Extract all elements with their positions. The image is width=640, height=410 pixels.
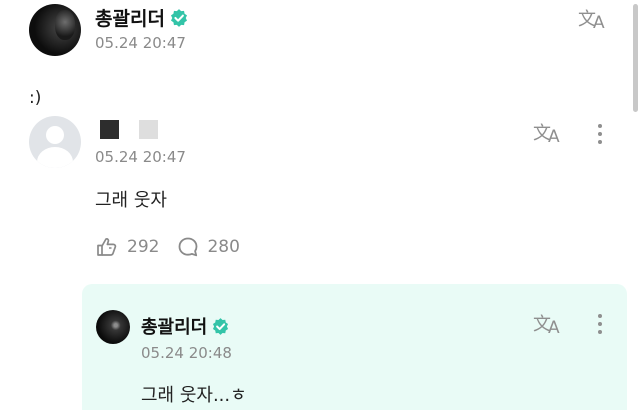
like-icon[interactable] xyxy=(95,236,119,258)
author-avatar[interactable] xyxy=(96,310,130,344)
more-icon[interactable] xyxy=(590,312,610,336)
translate-icon[interactable]: 文 A xyxy=(533,120,567,144)
post-author: 총괄리더 xyxy=(95,4,188,31)
default-avatar[interactable] xyxy=(29,116,81,168)
svg-text:A: A xyxy=(548,127,560,144)
translate-icon[interactable]: 文 A xyxy=(533,311,567,335)
verified-icon xyxy=(213,317,229,335)
reply-timestamp: 05.24 20:47 xyxy=(95,148,186,166)
author-avatar[interactable] xyxy=(29,4,81,56)
scrollbar[interactable] xyxy=(633,4,638,112)
author-name[interactable]: 총괄리더 xyxy=(141,313,207,339)
post-timestamp: 05.24 20:47 xyxy=(95,34,186,52)
comment-count: 280 xyxy=(207,237,240,257)
nested-reply-author: 총괄리더 xyxy=(141,313,229,339)
thread-view: 총괄리더 05.24 20:47 文 A :) 05.24 20:47 文 A … xyxy=(0,0,640,410)
author-name[interactable]: 총괄리더 xyxy=(95,4,165,31)
redacted-name-block xyxy=(100,120,119,139)
reply-stats: 292 280 xyxy=(95,236,258,258)
svg-text:A: A xyxy=(593,13,605,30)
redacted-name-block xyxy=(139,120,158,139)
svg-text:A: A xyxy=(548,318,560,335)
nested-reply-timestamp: 05.24 20:48 xyxy=(141,344,232,362)
reply-body: 그래 웃자 xyxy=(95,190,167,211)
verified-icon xyxy=(170,8,187,27)
more-icon[interactable] xyxy=(590,122,610,146)
comment-icon[interactable] xyxy=(177,236,199,258)
nested-reply-body: 그래 웃자...ㅎ xyxy=(141,385,247,406)
post-body: :) xyxy=(29,88,42,108)
translate-icon[interactable]: 文 A xyxy=(578,6,612,30)
like-count: 292 xyxy=(127,237,160,257)
